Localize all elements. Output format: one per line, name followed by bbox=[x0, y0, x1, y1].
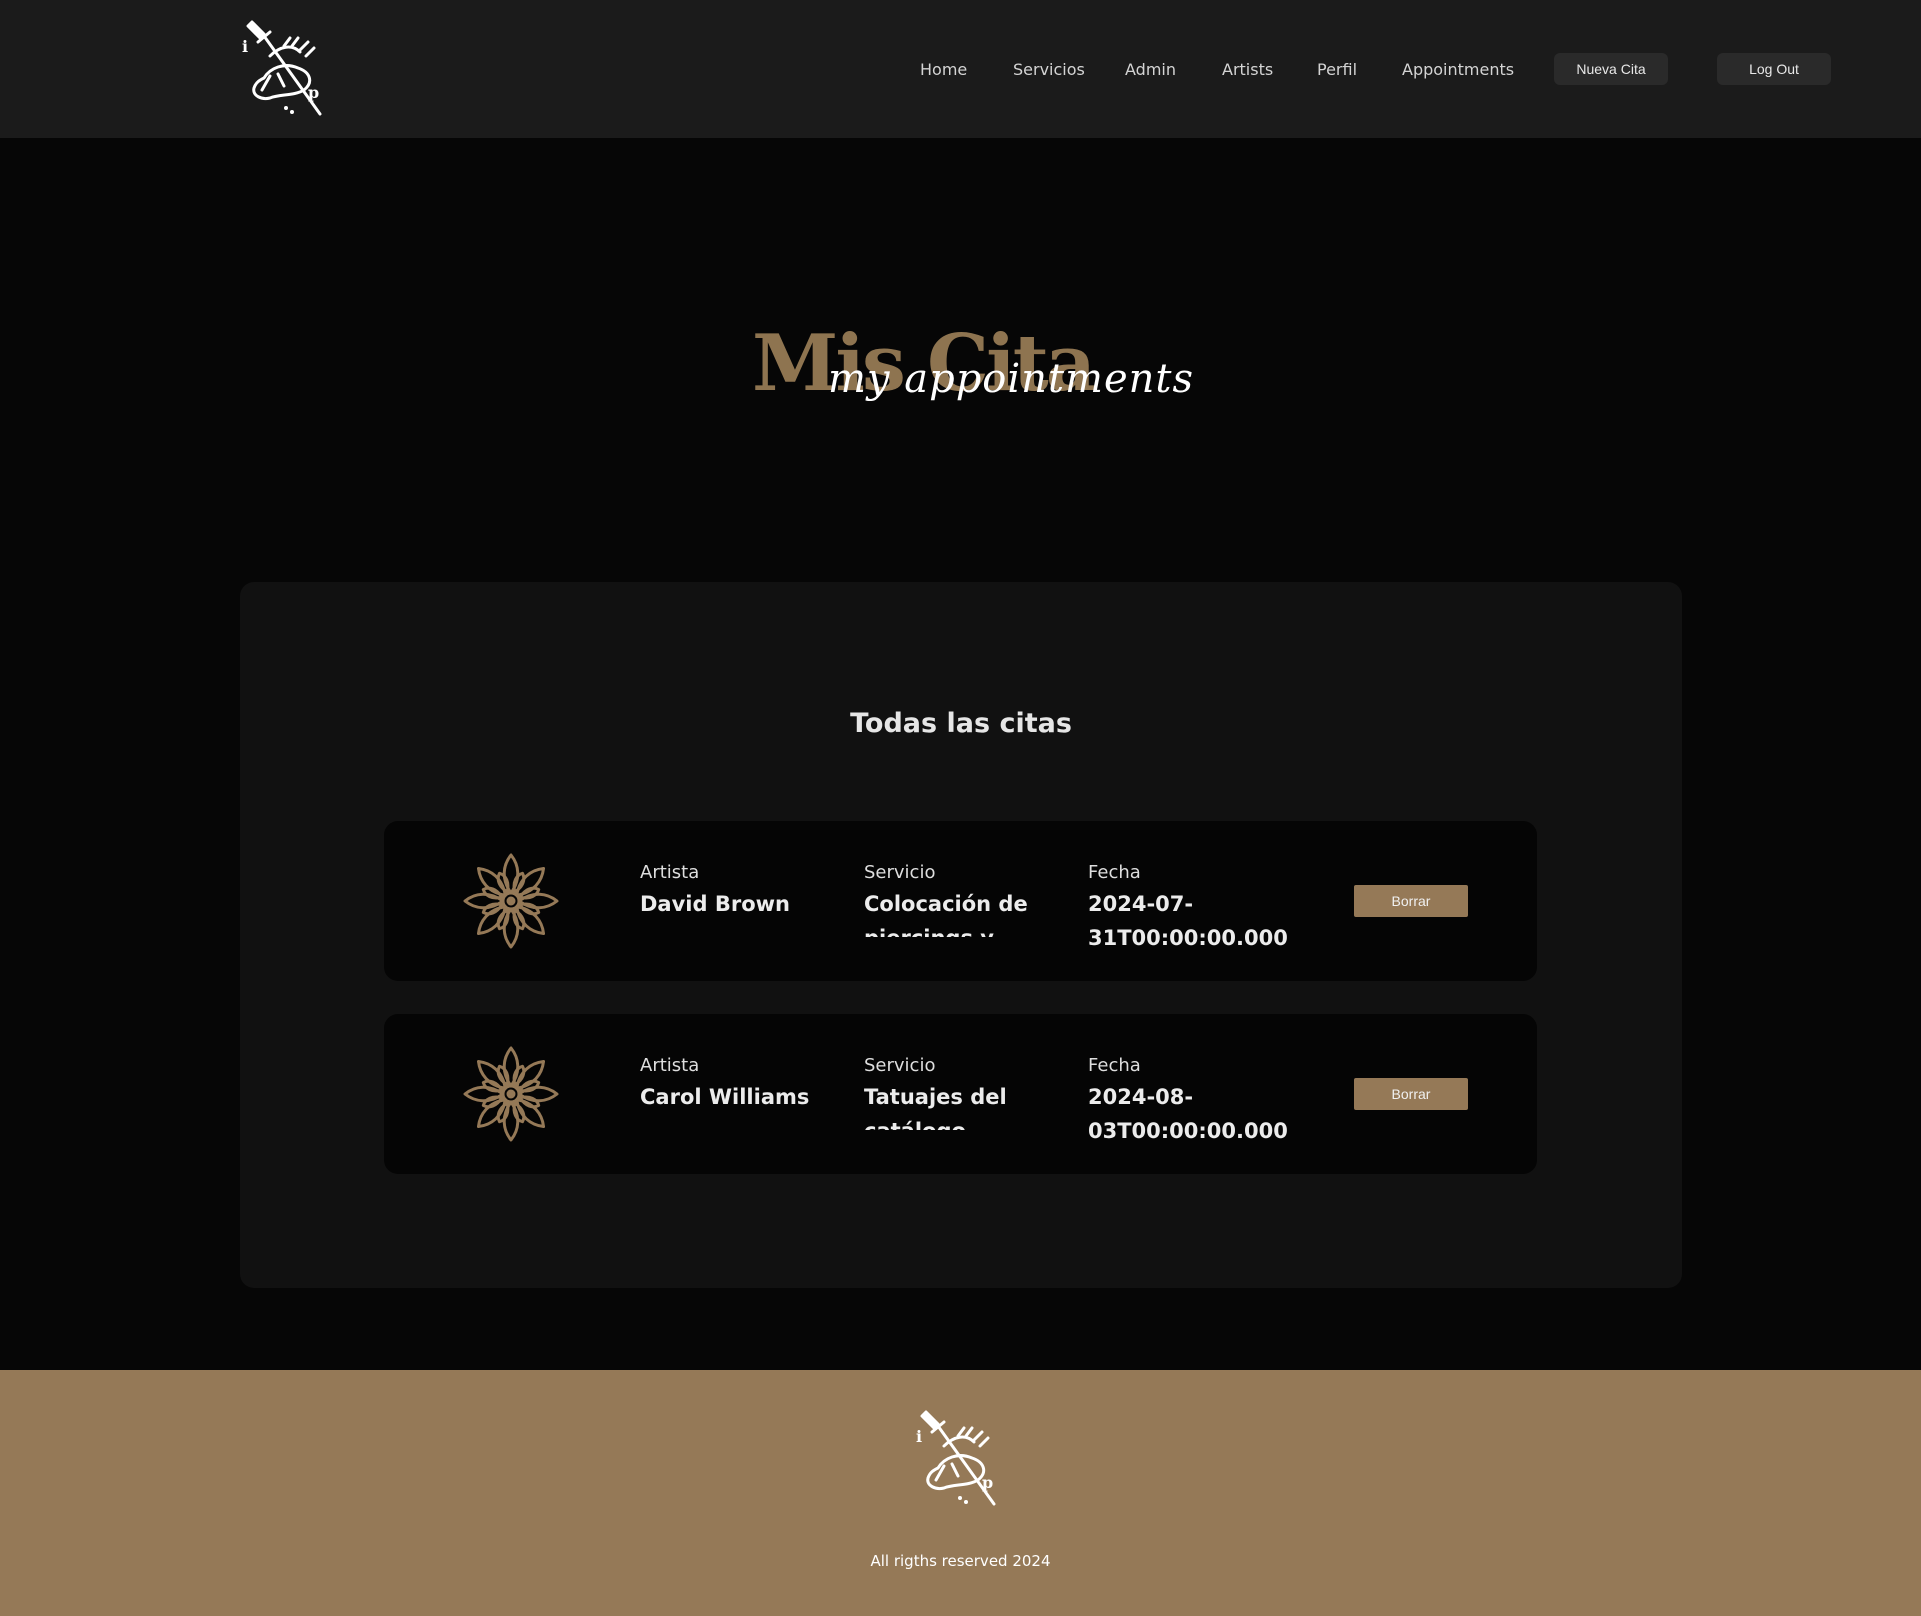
copyright-text: All rigths reserved 2024 bbox=[870, 1552, 1051, 1570]
date-field: Fecha 2024-08-03T00:00:00.000Z bbox=[1088, 1052, 1298, 1150]
artist-field: Artista Carol Williams bbox=[640, 1052, 840, 1136]
date-label: Fecha bbox=[1088, 1055, 1141, 1076]
svg-text:i: i bbox=[242, 37, 248, 56]
logout-button[interactable]: Log Out bbox=[1717, 53, 1831, 85]
nav-home[interactable]: Home bbox=[920, 60, 967, 79]
appointment-card: Artista David Brown Servicio Colocación … bbox=[384, 821, 1537, 981]
artist-value: Carol Williams bbox=[640, 1085, 810, 1109]
service-field: Servicio Tatuajes del catálogo bbox=[864, 1052, 1034, 1130]
service-label: Servicio bbox=[864, 862, 936, 883]
artist-value: David Brown bbox=[640, 892, 790, 916]
appointment-card: Artista Carol Williams Servicio Tatuajes… bbox=[384, 1014, 1537, 1174]
footer: i p All rigths reserved 2024 bbox=[0, 1370, 1921, 1616]
dagger-hand-logo-icon: i p bbox=[916, 1410, 996, 1506]
nav-perfil[interactable]: Perfil bbox=[1317, 60, 1357, 79]
date-value: 2024-07-31T00:00:00.000Z bbox=[1088, 892, 1288, 950]
top-navbar: i p Home Servicios Admin Artists Perfil … bbox=[0, 0, 1921, 138]
nav-servicios[interactable]: Servicios bbox=[1013, 60, 1085, 79]
page-subtitle-script: my appointments bbox=[828, 356, 1194, 402]
artist-field: Artista David Brown bbox=[640, 859, 840, 943]
new-appointment-button[interactable]: Nueva Cita bbox=[1554, 53, 1668, 85]
artist-label: Artista bbox=[640, 862, 700, 883]
delete-appointment-button[interactable]: Borrar bbox=[1354, 885, 1468, 917]
panel-title: Todas las citas bbox=[850, 708, 1072, 739]
delete-appointment-button[interactable]: Borrar bbox=[1354, 1078, 1468, 1110]
date-label: Fecha bbox=[1088, 862, 1141, 883]
nav-admin[interactable]: Admin bbox=[1125, 60, 1176, 79]
svg-text:i: i bbox=[916, 1427, 922, 1446]
service-label: Servicio bbox=[864, 1055, 936, 1076]
mandala-flower-icon bbox=[463, 853, 559, 949]
mandala-flower-icon bbox=[463, 1046, 559, 1142]
artist-label: Artista bbox=[640, 1055, 700, 1076]
date-field: Fecha 2024-07-31T00:00:00.000Z bbox=[1088, 859, 1298, 957]
service-field: Servicio Colocación de piercings y bbox=[864, 859, 1034, 937]
appointments-panel: Todas las citas Artista David Brown Serv… bbox=[240, 582, 1682, 1288]
nav-appointments[interactable]: Appointments bbox=[1402, 60, 1514, 79]
date-value: 2024-08-03T00:00:00.000Z bbox=[1088, 1085, 1288, 1143]
service-value: Colocación de piercings y bbox=[864, 892, 1028, 937]
dagger-hand-logo-icon[interactable]: i p bbox=[240, 16, 334, 122]
nav-artists[interactable]: Artists bbox=[1222, 60, 1273, 79]
svg-text:p: p bbox=[308, 83, 319, 102]
service-value: Tatuajes del catálogo bbox=[864, 1085, 1007, 1130]
svg-text:p: p bbox=[982, 1473, 993, 1492]
